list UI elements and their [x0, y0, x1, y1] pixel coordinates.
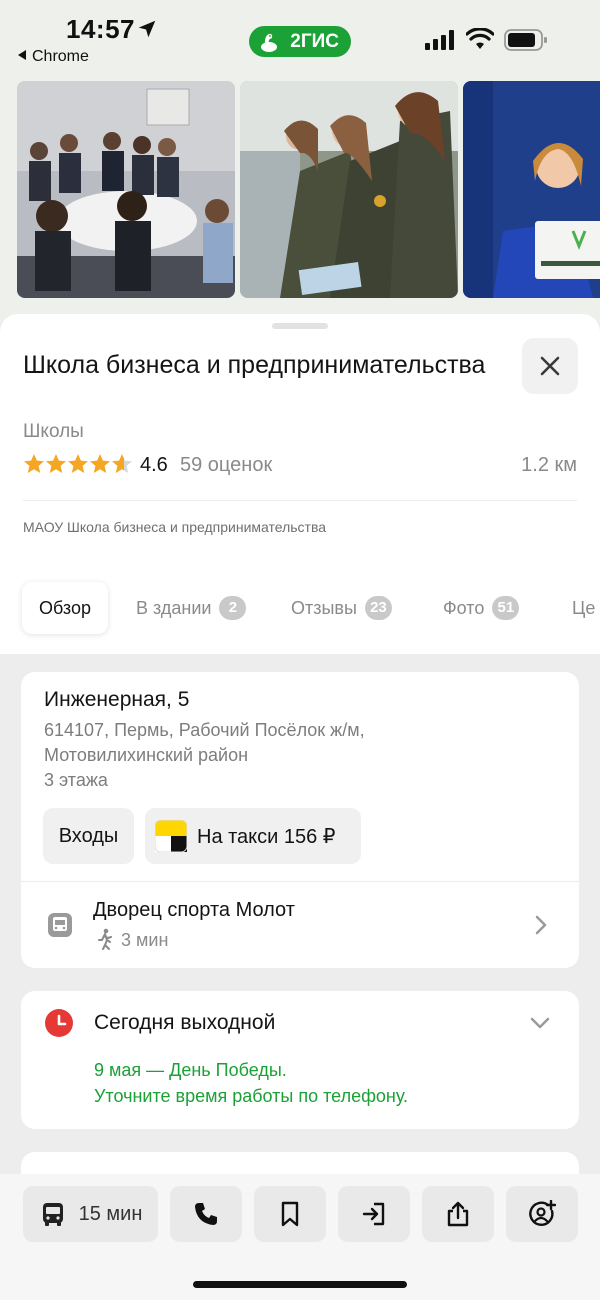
tab-in-building[interactable]: В здании 2: [136, 582, 247, 634]
star-icon: [68, 454, 88, 473]
home-indicator[interactable]: [193, 1281, 407, 1288]
bus-icon: [42, 1203, 63, 1226]
route-button[interactable]: 15 мин: [23, 1186, 158, 1242]
distance: 1.2 км: [521, 454, 577, 476]
tab-count-badge: 23: [364, 596, 392, 620]
transit-stop-name[interactable]: Дворец спорта Молот: [93, 899, 295, 922]
place-title: Школа бизнеса и предпринимательства: [23, 351, 486, 379]
legal-name: МАОУ Школа бизнеса и предпринимательства: [23, 519, 327, 535]
clock-time: 14:57: [66, 14, 135, 44]
meeting-photo-image: [17, 81, 235, 298]
add-friend-icon: [529, 1200, 556, 1226]
taxi-label: На такси 156 ₽: [197, 825, 336, 848]
bookmark-button[interactable]: [254, 1186, 326, 1242]
entrances-label: Входы: [58, 824, 119, 847]
brand-badge: 2ГИС: [249, 26, 351, 57]
hours-card[interactable]: Сегодня выходной 9 мая — День Победы. Ут…: [21, 991, 579, 1129]
entrance-button[interactable]: [338, 1186, 410, 1242]
status-bar: 14:57 Chrome 2ГИС: [0, 0, 600, 72]
entrance-icon: [362, 1202, 385, 1226]
holiday-hint: Уточните время работы по телефону.: [94, 1086, 409, 1106]
sheet-grabber[interactable]: [272, 323, 328, 329]
address-line-1: 614107, Пермь, Рабочий Посёлок ж/м,: [44, 720, 365, 740]
close-icon: [540, 356, 560, 376]
brand-name: 2ГИС: [290, 30, 339, 52]
reviews-count[interactable]: 59 оценок: [180, 454, 272, 477]
place-category: Школы: [23, 421, 84, 442]
photo-meeting[interactable]: [17, 81, 235, 298]
star-icon: [90, 454, 110, 473]
clock-icon: [45, 1009, 73, 1037]
back-app-label: Chrome: [32, 48, 89, 65]
tab-label: Обзор: [39, 597, 91, 618]
sign-holder-photo-image: [463, 81, 600, 298]
floors-count: 3 этажа: [44, 770, 108, 790]
divider: [23, 500, 577, 501]
share-button[interactable]: [422, 1186, 494, 1242]
yandex-taxi-icon: [155, 820, 187, 852]
call-button[interactable]: [170, 1186, 242, 1242]
wifi-icon: [466, 28, 494, 49]
share-icon: [447, 1201, 469, 1227]
close-button[interactable]: [522, 338, 578, 394]
bus-stop-icon: [48, 913, 72, 937]
entrances-button[interactable]: Входы: [43, 808, 134, 864]
back-triangle-icon: [18, 50, 26, 60]
walk-time: 3 мин: [121, 930, 169, 950]
battery-icon: [504, 29, 547, 51]
address-card: Инженерная, 5 614107, Пермь, Рабочий Пос…: [21, 672, 579, 968]
place-info-sheet: Школа бизнеса и предпринимательства Школ…: [0, 314, 600, 654]
photo-gallery[interactable]: [0, 72, 600, 322]
tab-label: В здании: [136, 597, 212, 618]
chevron-down-icon[interactable]: [529, 1015, 551, 1031]
tab-overview[interactable]: Обзор: [22, 582, 108, 634]
bookmark-icon: [281, 1201, 299, 1227]
tab-count-badge: 2: [219, 596, 247, 620]
tab-reviews[interactable]: Отзывы 23: [291, 582, 392, 634]
chevron-right-icon[interactable]: [533, 914, 549, 936]
tab-label: Це: [572, 597, 596, 618]
route-time: 15 мин: [78, 1202, 143, 1225]
rating-stars: [24, 454, 132, 473]
street-address[interactable]: Инженерная, 5: [44, 688, 189, 712]
hours-status: Сегодня выходной: [94, 1011, 276, 1034]
cadets-photo-image: [240, 81, 458, 298]
star-icon: [24, 454, 44, 473]
cellular-signal-icon: [425, 30, 454, 50]
photo-sign-holder[interactable]: [463, 81, 600, 298]
divider: [21, 881, 579, 882]
tab-label: Фото: [443, 597, 485, 618]
half-star-icon: [112, 454, 132, 473]
photo-cadets[interactable]: [240, 81, 458, 298]
add-friend-button[interactable]: [506, 1186, 578, 1242]
star-icon: [46, 454, 66, 473]
walking-icon: [98, 928, 112, 950]
rating-value: 4.6: [140, 454, 168, 476]
goose-logo-icon: [261, 33, 277, 52]
tab-count-badge: 51: [492, 596, 520, 620]
address-line-2: Мотовилихинский район: [44, 745, 249, 765]
phone-icon: [195, 1203, 217, 1225]
tab-prices[interactable]: Це: [572, 582, 595, 634]
back-to-app-link[interactable]: Chrome: [18, 48, 89, 66]
tab-bar: Обзор В здании 2 Отзывы 23 Фото 51 Це: [0, 582, 600, 636]
holiday-notice: 9 мая — День Победы.: [94, 1060, 287, 1080]
tab-label: Отзывы: [291, 597, 357, 618]
tab-photos[interactable]: Фото 51: [443, 582, 520, 634]
location-arrow-icon: [138, 20, 156, 38]
taxi-button[interactable]: На такси 156 ₽: [145, 808, 361, 864]
